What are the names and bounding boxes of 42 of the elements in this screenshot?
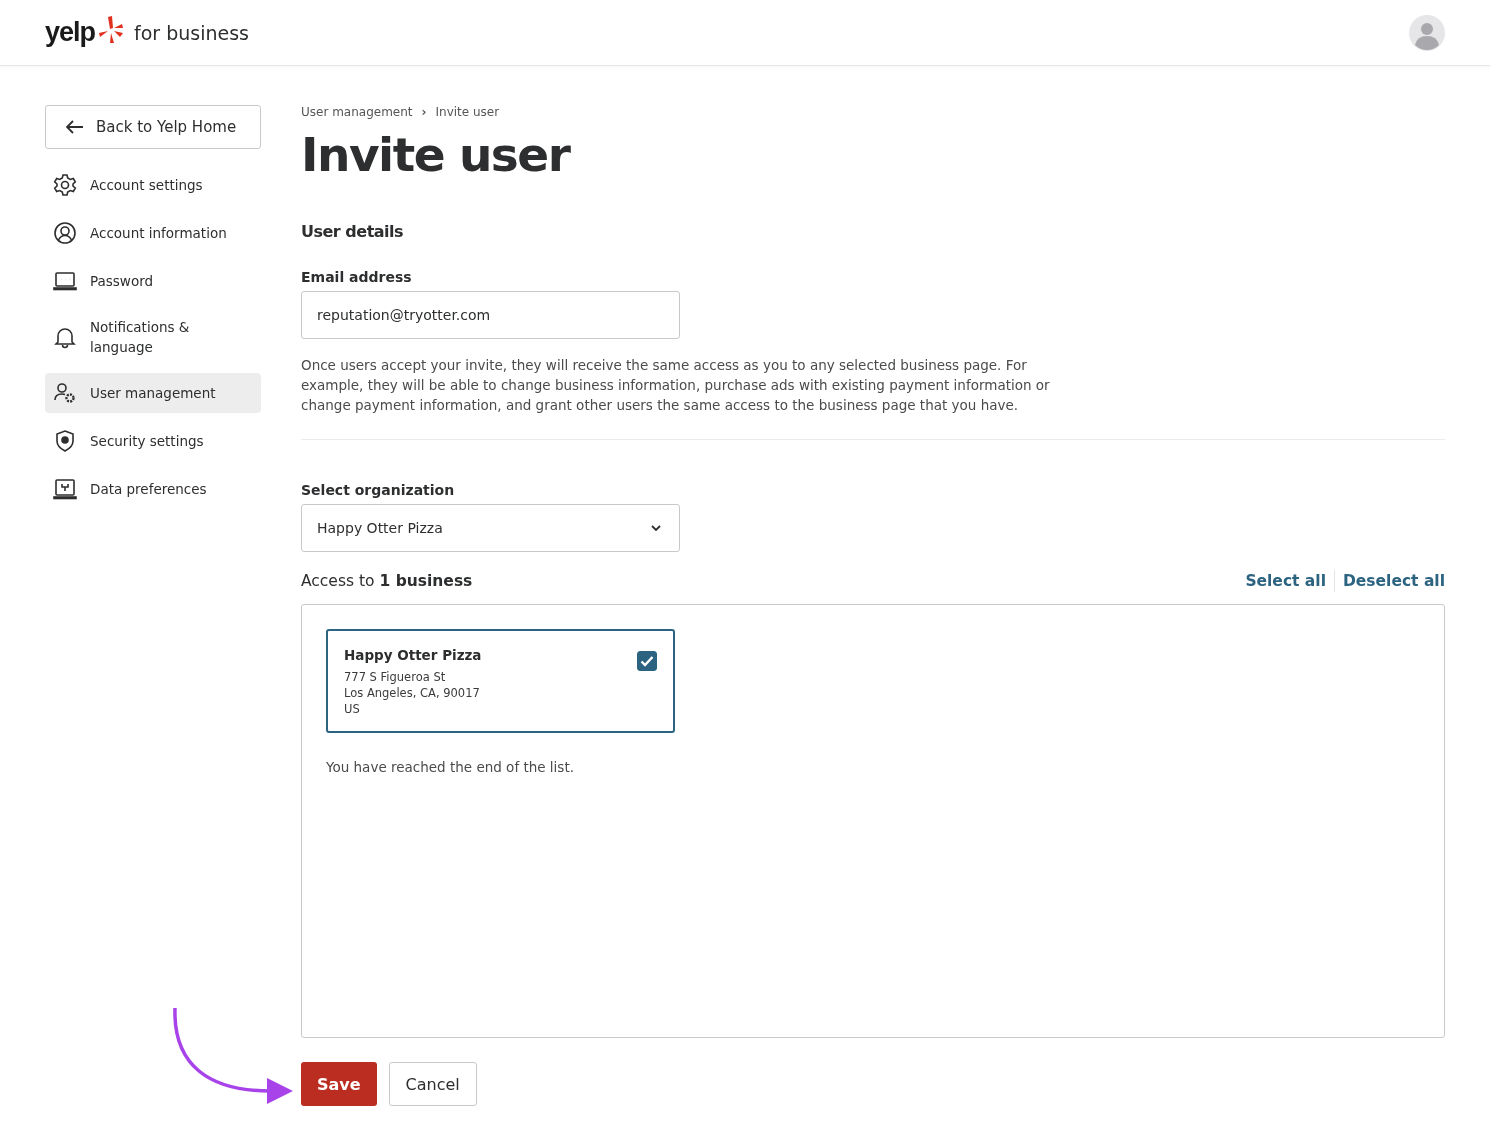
field-label: Select organization xyxy=(301,482,456,498)
field-label: Email address xyxy=(301,269,413,285)
address-line: 777 S Figueroa St xyxy=(344,669,447,685)
shield-icon xyxy=(53,429,77,453)
deselect-all-link[interactable]: Deselect all xyxy=(1342,572,1445,590)
business-card[interactable]: Happy Otter Pizza 777 S Figueroa St Los Angeles, CA, 90017 US xyxy=(326,629,675,733)
end-of-list-text: You have reached the end of the list. xyxy=(326,759,575,775)
sidebar-item[interactable]: Data preferences xyxy=(45,469,261,509)
sidebar-item[interactable]: Security settings xyxy=(45,421,261,461)
laptop-icon xyxy=(53,269,77,293)
breadcrumb-separator: › xyxy=(421,105,427,119)
address-line: Los Angeles, CA, 90017 xyxy=(344,685,481,701)
notice-text: Once users accept your invite, they will receive the same access as you to any selected business page. For example, they will be able to change business information, purchase ads with existing payment information or change payment information, and grant other users the same access to the business page that you have. xyxy=(301,356,1051,415)
address-line: US xyxy=(344,701,361,717)
page-title: Invite user xyxy=(301,127,572,182)
bell-icon xyxy=(53,325,77,349)
business-name: Happy Otter Pizza xyxy=(344,647,482,663)
email-field[interactable]: reputation@tryotter.com xyxy=(301,291,680,339)
checkbox[interactable] xyxy=(637,651,657,671)
sidebar-item[interactable]: Account settings xyxy=(45,165,261,205)
sidebar-item[interactable]: Password xyxy=(45,261,261,301)
access-summary: Access to 1 business xyxy=(301,572,473,590)
chevron-down-icon xyxy=(651,525,661,531)
logo-subtitle: for business xyxy=(134,21,249,44)
user-gear-icon xyxy=(53,381,77,405)
sidebar-item[interactable]: Account information xyxy=(45,213,261,253)
burst-logo-icon xyxy=(98,15,125,44)
sidebar-item[interactable]: User management xyxy=(45,373,261,413)
organization-dropdown[interactable]: Happy Otter Pizza xyxy=(301,504,680,552)
user-circle-icon xyxy=(53,221,77,245)
breadcrumb-item: Invite user xyxy=(435,105,500,119)
save-button[interactable]: Save xyxy=(301,1062,377,1106)
gear-icon xyxy=(53,173,77,197)
breadcrumb-item[interactable]: User management xyxy=(301,105,413,119)
logo-text: yelp xyxy=(45,17,96,48)
cancel-button[interactable]: Cancel xyxy=(388,1062,477,1106)
section-title: User details xyxy=(301,222,405,241)
back-button[interactable]: Back to Yelp Home xyxy=(45,105,261,149)
sidebar-item[interactable]: Notifications & language xyxy=(45,309,261,365)
select-all-link[interactable]: Select all xyxy=(1245,572,1326,590)
arrow-left-icon xyxy=(66,120,84,134)
monitor-icon xyxy=(53,477,77,501)
